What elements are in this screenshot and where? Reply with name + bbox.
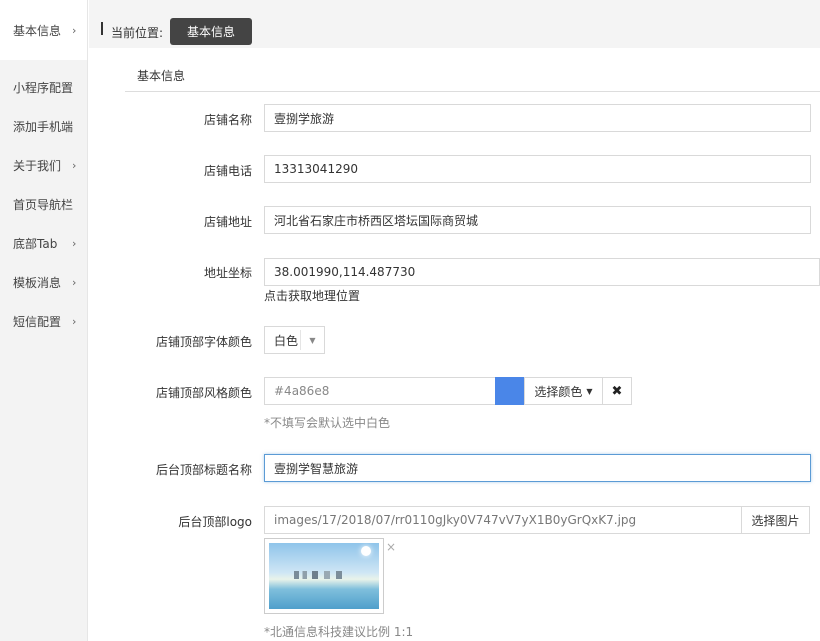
shop-phone-input[interactable]: 13313041290 [264,155,811,183]
breadcrumb-current-button[interactable]: 基本信息 [170,18,252,45]
shop-address-input[interactable]: 河北省石家庄市桥西区塔坛国际商贸城 [264,206,811,234]
clear-color-button[interactable]: ✖ [602,377,632,405]
admin-logo-path-input[interactable]: images/17/2018/07/rr0110gJky0V747vV7yX1B… [264,506,742,534]
style-color-label: 店铺顶部风格颜色 [155,386,252,400]
sidebar-item-label: 基本信息 [13,23,62,38]
sidebar-item-label: 首页导航栏 [13,198,74,212]
panel-title: 基本信息 [137,69,186,83]
coords-input[interactable]: 38.001990,114.487730 [264,258,820,286]
sidebar-item-label: 短信配置 [13,315,62,329]
breadcrumb: 当前位置: 基本信息 [89,0,820,48]
sidebar-item-add-mobile[interactable]: 添加手机端 [0,107,87,146]
get-location-link[interactable]: 点击获取地理位置 [264,287,360,304]
sidebar-item-label: 添加手机端 [13,120,74,134]
shop-name-label: 店铺名称 [203,113,252,127]
close-icon[interactable]: × [386,540,396,554]
pick-color-label: 选择颜色 [534,384,583,399]
sun-graphic [361,546,371,556]
skyline-graphic [294,571,354,579]
chevron-right-icon: › [72,23,77,37]
breadcrumb-marker [101,22,103,35]
sidebar-item-label: 底部Tab [13,237,58,251]
font-color-value: 白色 [274,333,299,348]
coords-label: 地址坐标 [203,266,252,280]
sidebar-item-miniprogram[interactable]: 小程序配置 [0,68,87,107]
style-color-input[interactable]: #4a86e8 [264,377,496,405]
color-swatch[interactable] [495,377,524,405]
breadcrumb-label: 当前位置: [111,26,164,40]
sidebar-item-label: 关于我们 [13,159,62,173]
sidebar-item-label: 模板消息 [13,276,62,290]
sidebar-item-bottom-tab[interactable]: 底部Tab › [0,224,87,263]
sidebar-item-basic-info[interactable]: 基本信息 › [0,0,87,60]
divider [125,91,820,92]
chevron-right-icon: › [72,315,77,328]
sidebar-item-label: 小程序配置 [13,81,74,95]
chevron-right-icon: › [72,276,77,289]
caret-down-icon: ▼ [586,386,593,396]
sidebar-item-sms-config[interactable]: 短信配置 › [0,302,87,341]
admin-title-label: 后台顶部标题名称 [155,463,252,477]
sidebar: 基本信息 › 小程序配置 添加手机端 关于我们 › 首页导航栏 底部Tab › … [0,0,88,641]
chevron-right-icon: › [72,237,77,250]
admin-title-input[interactable]: 壹捌学智慧旅游 [264,454,811,482]
shop-name-input[interactable]: 壹捌学旅游 [264,104,811,132]
font-color-select[interactable]: 白色 ▼ [264,326,325,354]
sidebar-item-about-us[interactable]: 关于我们 › [0,146,87,185]
shop-phone-label: 店铺电话 [203,164,252,178]
pick-image-button[interactable]: 选择图片 [741,506,810,534]
sidebar-item-template-msg[interactable]: 模板消息 › [0,263,87,302]
chevron-down-icon: ▼ [300,330,324,350]
shop-address-label: 店铺地址 [203,215,252,229]
font-color-label: 店铺顶部字体颜色 [155,335,252,349]
pick-color-button[interactable]: 选择颜色 ▼ [524,377,603,405]
sidebar-item-home-nav[interactable]: 首页导航栏 [0,185,87,224]
chevron-right-icon: › [72,159,77,172]
admin-logo-label: 后台顶部logo [178,515,252,529]
logo-image [269,543,379,609]
style-color-hint: *不填写会默认选中白色 [264,416,391,430]
logo-hint: *北通信息科技建议比例 1:1 [264,625,414,639]
logo-thumbnail [264,538,384,614]
